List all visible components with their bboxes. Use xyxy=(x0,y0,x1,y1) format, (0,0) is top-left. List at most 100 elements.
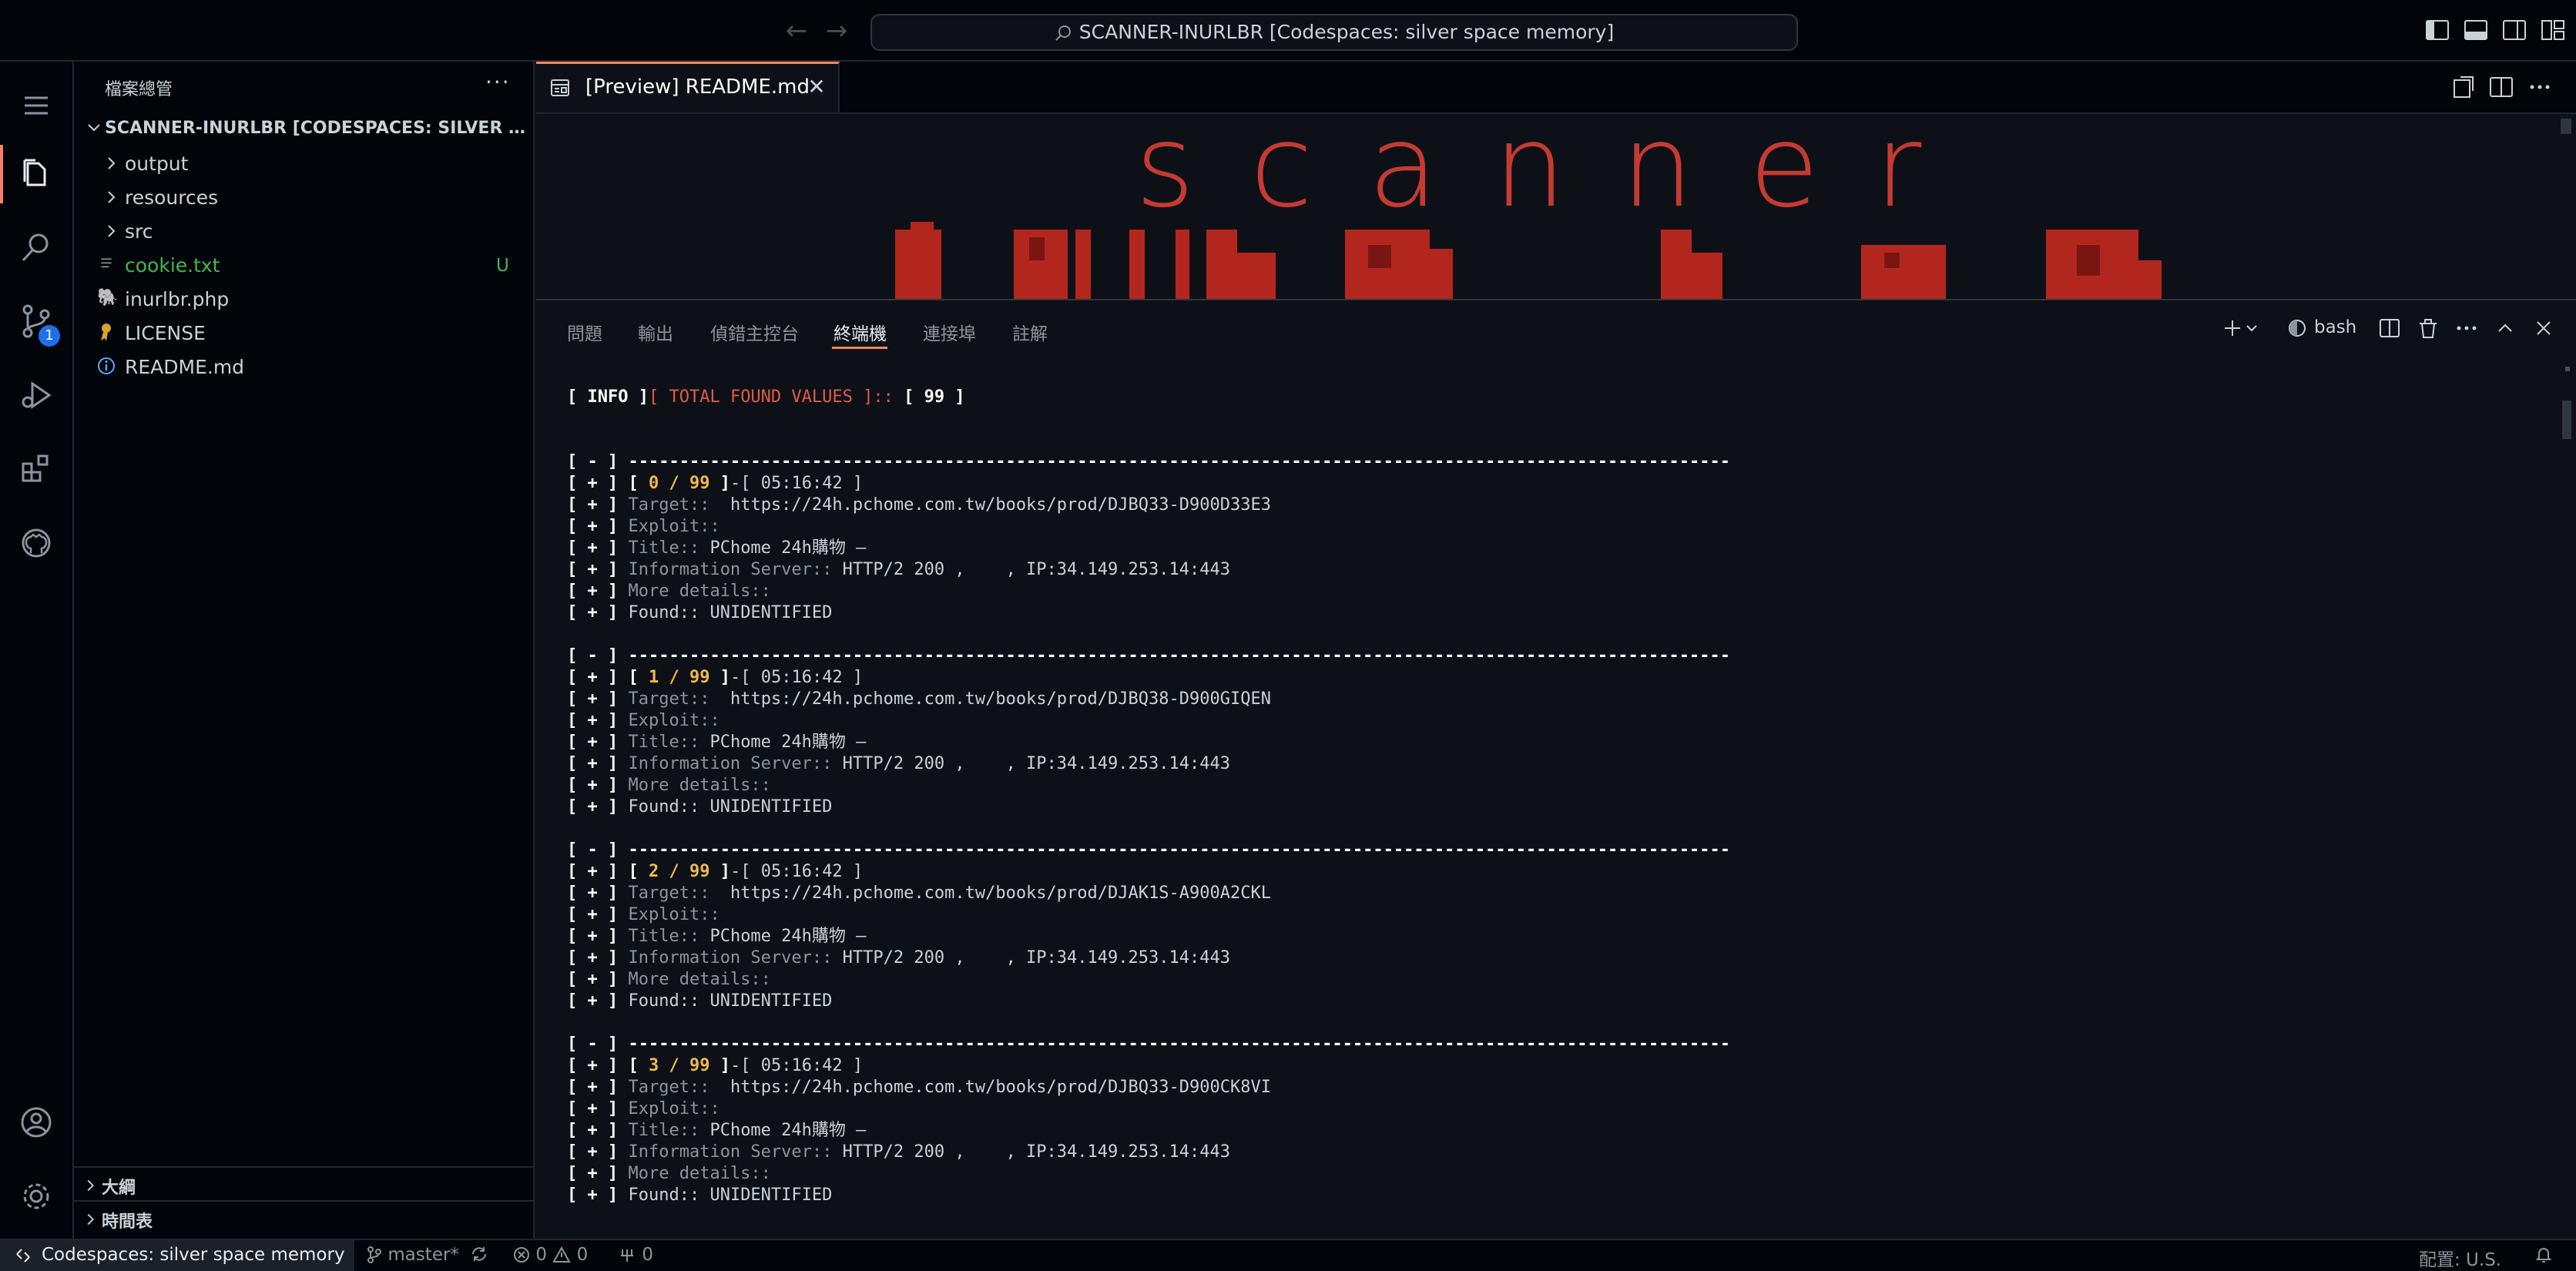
untracked-badge: U xyxy=(496,256,509,276)
result-exploit: [ + ] Exploit:: xyxy=(567,1099,720,1118)
toggle-secondary-sidebar-icon[interactable] xyxy=(2502,18,2527,42)
result-target: [ + ] Target:: https://24h.pchome.com.tw… xyxy=(567,689,1271,709)
result-more-details: [ + ] More details:: xyxy=(567,1164,771,1183)
split-terminal-icon[interactable] xyxy=(2377,316,2402,340)
terminal-output[interactable]: [ INFO ][ TOTAL FOUND VALUES ]:: [ 99 ] … xyxy=(567,387,2539,1219)
search-icon[interactable] xyxy=(0,211,72,285)
explorer-icon[interactable] xyxy=(0,137,72,211)
tree-item-inurlbr-php[interactable]: 🐘 inurlbr.php xyxy=(74,282,533,316)
license-icon xyxy=(101,324,111,341)
terminal-shell-name[interactable]: bash xyxy=(2314,317,2356,337)
chevron-right-icon xyxy=(87,1179,94,1192)
chevron-right-icon xyxy=(108,157,116,169)
result-title: [ + ] Title:: PChome 24h購物 – xyxy=(567,733,867,752)
github-icon[interactable] xyxy=(0,507,72,581)
tree-item-resources[interactable]: resources xyxy=(74,180,533,214)
result-server: [ + ] Information Server:: HTTP/2 200 , … xyxy=(567,560,1230,579)
tree-item-label: cookie.txt xyxy=(125,254,220,277)
tab-preview-readme[interactable]: [Preview] README.md ✕ xyxy=(536,62,840,112)
toggle-panel-icon[interactable] xyxy=(2464,18,2488,42)
tree-item-readme[interactable]: README.md xyxy=(74,350,533,384)
command-center-text: SCANNER-INURLBR [Codespaces: silver spac… xyxy=(1078,21,1615,43)
git-branch-status[interactable]: master* xyxy=(367,1245,459,1265)
ports-status[interactable]: 0 xyxy=(618,1245,653,1265)
toggle-primary-sidebar-icon[interactable] xyxy=(2425,18,2450,42)
problems-status[interactable]: 0 0 xyxy=(513,1245,588,1265)
tab-label: [Preview] README.md xyxy=(585,75,810,99)
trash-icon[interactable] xyxy=(2416,316,2440,340)
result-server: [ + ] Information Server:: HTTP/2 200 , … xyxy=(567,1142,1230,1162)
new-terminal-icon[interactable] xyxy=(2220,316,2245,340)
preview-icon xyxy=(551,79,569,96)
preview-scrollbar[interactable] xyxy=(2561,119,2571,134)
result-more-details: [ + ] More details:: xyxy=(567,970,771,989)
tree-item-label: src xyxy=(125,220,153,243)
status-bar: Codespaces: silver space memory master* … xyxy=(0,1239,2576,1271)
open-source-icon[interactable] xyxy=(2450,74,2476,100)
scroll-up-indicator xyxy=(2565,367,2570,371)
notifications-bell-icon[interactable] xyxy=(2534,1245,2553,1265)
extensions-icon[interactable] xyxy=(0,433,72,507)
warning-icon xyxy=(552,1246,571,1263)
menu-icon[interactable] xyxy=(0,69,72,143)
tab-debug-console[interactable]: 偵錯主控台 xyxy=(710,319,799,345)
more-actions-icon[interactable] xyxy=(2527,74,2553,100)
tree-item-output[interactable]: output xyxy=(74,146,533,180)
accounts-icon[interactable] xyxy=(0,1086,72,1160)
remote-indicator[interactable]: Codespaces: silver space memory xyxy=(0,1240,354,1271)
source-control-icon[interactable]: 1 xyxy=(0,285,72,359)
tree-item-label: LICENSE xyxy=(125,322,206,344)
sidebar-title: 檔案總管 xyxy=(105,80,173,99)
tab-terminal[interactable]: 終端機 xyxy=(834,319,887,345)
result-server: [ + ] Information Server:: HTTP/2 200 , … xyxy=(567,754,1230,773)
back-arrow-icon[interactable]: ← xyxy=(781,15,812,46)
close-panel-icon[interactable] xyxy=(2531,316,2556,340)
result-found: [ + ] Found:: UNIDENTIFIED xyxy=(567,991,833,1011)
tab-comments[interactable]: 註解 xyxy=(1012,319,1048,345)
tree-item-label: README.md xyxy=(125,356,245,378)
markdown-preview: scanner xyxy=(536,114,2576,299)
chevron-right-icon xyxy=(87,1213,94,1226)
result-separator: [ - ] ----------------------------------… xyxy=(567,1035,1730,1054)
forward-arrow-icon[interactable]: → xyxy=(821,15,852,46)
settings-gear-icon[interactable] xyxy=(0,1160,72,1234)
terminal-scrollbar[interactable] xyxy=(2562,401,2571,439)
source-control-badge: 1 xyxy=(39,325,60,347)
keyboard-layout-status[interactable]: 配置: U.S. xyxy=(2419,1245,2501,1271)
result-exploit: [ + ] Exploit:: xyxy=(567,711,720,730)
tab-problems[interactable]: 問題 xyxy=(567,319,602,345)
result-exploit: [ + ] Exploit:: xyxy=(567,905,720,924)
tree-item-cookie-txt[interactable]: cookie.txt U xyxy=(74,248,533,282)
maximize-panel-icon[interactable] xyxy=(2493,316,2517,340)
command-center-search[interactable]: SCANNER-INURLBR [Codespaces: silver spac… xyxy=(870,14,1798,51)
error-count: 0 xyxy=(535,1245,547,1265)
tree-item-label: output xyxy=(125,153,189,175)
result-found: [ + ] Found:: UNIDENTIFIED xyxy=(567,603,833,622)
result-title: [ + ] Title:: PChome 24h購物 – xyxy=(567,1121,867,1140)
customize-layout-icon[interactable] xyxy=(2541,18,2565,42)
split-editor-icon[interactable] xyxy=(2488,74,2514,100)
chevron-right-icon xyxy=(108,191,116,203)
result-header: [ + ] [ 1 / 99 ]-[ 05:16:42 ] xyxy=(567,668,864,687)
run-debug-icon[interactable] xyxy=(0,359,72,433)
result-header: [ + ] [ 2 / 99 ]-[ 05:16:42 ] xyxy=(567,862,864,881)
tree-item-label: resources xyxy=(125,186,219,209)
tab-output[interactable]: 輸出 xyxy=(638,319,673,345)
tree-item-src[interactable]: src xyxy=(74,214,533,248)
chevron-down-icon[interactable] xyxy=(2243,316,2260,340)
sidebar-more-actions[interactable]: ··· xyxy=(485,69,511,95)
result-found: [ + ] Found:: UNIDENTIFIED xyxy=(567,1185,833,1205)
editor-tab-bar: [Preview] README.md ✕ xyxy=(536,62,2576,114)
outline-section-header[interactable]: 大綱 xyxy=(74,1166,533,1202)
tab-ports[interactable]: 連接埠 xyxy=(923,319,976,345)
ports-count: 0 xyxy=(642,1245,653,1265)
info-icon xyxy=(98,357,115,374)
search-icon xyxy=(1055,25,1071,41)
tree-item-license[interactable]: LICENSE xyxy=(74,316,533,350)
close-icon[interactable]: ✕ xyxy=(806,76,827,98)
more-actions-icon[interactable] xyxy=(2454,316,2479,340)
workspace-folder-header[interactable]: SCANNER-INURLBR [CODESPACES: SILVER SPA.… xyxy=(74,114,533,145)
activity-bar: 1 xyxy=(0,62,74,1239)
sync-icon[interactable] xyxy=(470,1245,488,1265)
timeline-section-header[interactable]: 時間表 xyxy=(74,1200,533,1236)
